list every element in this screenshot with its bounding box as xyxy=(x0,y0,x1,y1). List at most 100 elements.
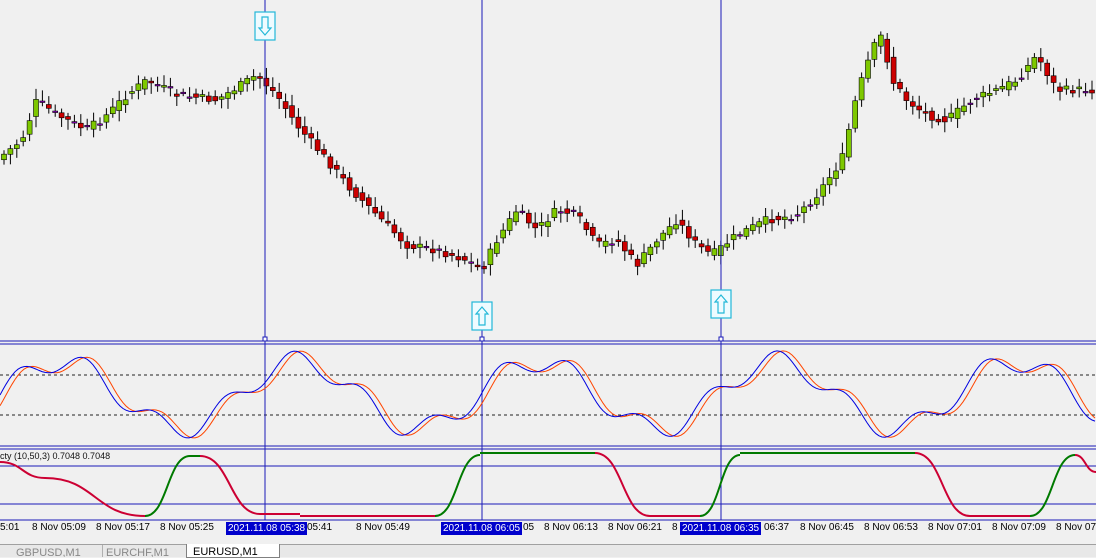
time-label: 5:01 xyxy=(0,522,20,533)
candle-body xyxy=(301,126,308,135)
candle-body xyxy=(730,234,737,241)
candle-body xyxy=(20,137,27,142)
time-label: 8 Nov 05:49 xyxy=(356,522,410,533)
candle-body xyxy=(417,243,423,248)
candle-body xyxy=(884,38,891,63)
candle-body xyxy=(372,207,379,214)
candle-body xyxy=(52,110,59,113)
candle-body xyxy=(775,215,782,221)
chart-canvas[interactable] xyxy=(0,0,1096,544)
candle-body xyxy=(436,248,443,251)
ind-line-segment xyxy=(1029,454,1076,517)
time-label: 8 Nov 05:09 xyxy=(32,522,86,533)
candle-body xyxy=(641,252,647,265)
chart-area[interactable]: cty (10,50,3) 0.7048 0.7048 5:01 8 Nov 0… xyxy=(0,0,1096,544)
candle-body xyxy=(122,99,129,106)
candle-body xyxy=(583,222,590,230)
candle-body xyxy=(250,76,257,81)
candle-body xyxy=(474,264,481,268)
candle-body xyxy=(756,221,763,228)
candle-body xyxy=(865,59,871,79)
candle-body xyxy=(698,243,705,248)
candle-body xyxy=(257,76,263,79)
candle-body xyxy=(340,174,347,179)
candle-body xyxy=(820,184,827,197)
time-label: 8 Nov 06:45 xyxy=(800,522,854,533)
candle-body xyxy=(1057,86,1063,92)
candle-body xyxy=(929,110,935,121)
candle-body xyxy=(269,87,276,91)
candle-body xyxy=(378,211,385,220)
candle-body xyxy=(346,177,353,191)
candle-body xyxy=(628,249,635,255)
candle-body xyxy=(493,242,500,254)
candle-body xyxy=(807,204,814,207)
candle-body xyxy=(385,220,391,224)
candle-body xyxy=(993,88,999,91)
candle-body xyxy=(788,219,795,222)
candle-body xyxy=(58,112,65,119)
candle-body xyxy=(858,77,865,101)
candle-body xyxy=(116,100,122,111)
time-label: 8 Nov 05:25 xyxy=(160,522,214,533)
candle-body xyxy=(1,153,7,161)
candle-body xyxy=(359,192,366,201)
ind-line-segment xyxy=(1074,454,1096,473)
candle-body xyxy=(65,116,71,120)
candle-body xyxy=(1031,57,1038,69)
candle-body xyxy=(589,226,596,236)
candle-body xyxy=(404,241,411,249)
stoch-main-line xyxy=(0,350,1096,439)
candle-body xyxy=(673,224,679,230)
candle-body xyxy=(557,211,564,214)
candle-body xyxy=(564,208,571,214)
candle-body xyxy=(103,114,110,123)
candle-body xyxy=(973,97,980,100)
candle-body xyxy=(129,91,135,94)
candle-body xyxy=(602,240,609,247)
time-label: 8 Nov 06:53 xyxy=(864,522,918,533)
candle-body xyxy=(397,232,404,242)
candle-body xyxy=(487,248,494,266)
candle-body xyxy=(327,156,334,169)
time-label: 8 xyxy=(672,522,678,533)
candle-body xyxy=(711,248,718,256)
time-label: 05:41 xyxy=(307,522,333,533)
candle-body xyxy=(653,241,660,248)
time-label: 8 Nov 07 xyxy=(1056,522,1096,533)
candle-body xyxy=(7,148,14,155)
time-label: 05 xyxy=(523,522,535,533)
ind-line-segment xyxy=(699,454,741,517)
candle-body xyxy=(238,81,244,92)
candle-body xyxy=(749,224,756,231)
time-highlight: 2021.11.08 06:35 xyxy=(680,522,762,535)
candle-body xyxy=(762,216,769,225)
candle-body xyxy=(980,91,987,98)
candle-body xyxy=(781,216,788,220)
candle-body xyxy=(174,93,180,97)
time-label: 8 Nov 05:17 xyxy=(96,522,150,533)
candle-body xyxy=(1070,90,1076,94)
candle-body xyxy=(14,144,20,149)
candle-body xyxy=(794,214,801,217)
candle-body xyxy=(110,106,116,115)
candle-body xyxy=(97,123,103,126)
candle-body xyxy=(154,84,161,87)
time-label: 06:37 xyxy=(764,522,790,533)
tab-eurchf[interactable]: EURCHF,M1 xyxy=(100,545,193,557)
candle-body xyxy=(321,149,327,155)
candle-body xyxy=(666,226,673,236)
candle-body xyxy=(596,237,603,242)
ind-line-segment xyxy=(144,455,191,517)
candle-body xyxy=(609,243,615,246)
candle-body xyxy=(314,139,321,151)
vline-handle xyxy=(262,336,268,342)
tab-gbpusd[interactable]: GBPUSD,M1 xyxy=(10,545,103,557)
ind-line-segment xyxy=(914,452,971,517)
candle-body xyxy=(877,34,884,47)
candle-body xyxy=(551,208,558,218)
candle-body xyxy=(161,85,167,88)
candle-body xyxy=(423,246,430,249)
candle-body xyxy=(724,243,731,248)
candle-body xyxy=(199,94,206,97)
